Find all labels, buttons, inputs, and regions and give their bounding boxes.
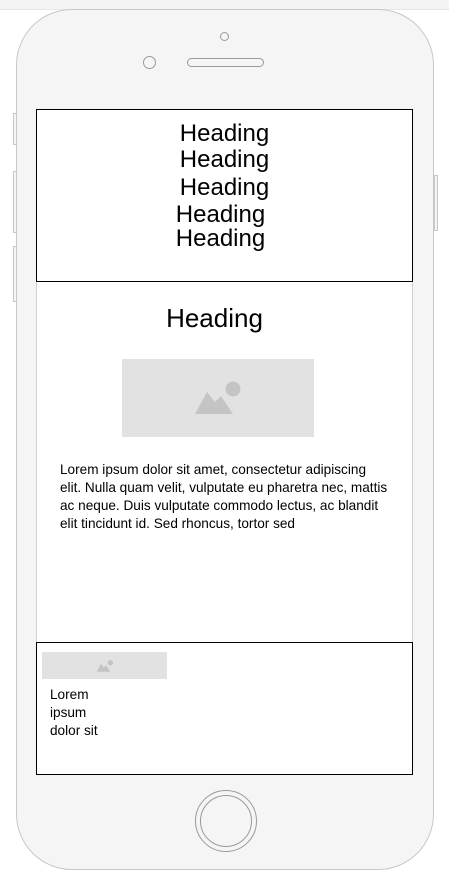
header-heading: Heading <box>179 120 270 147</box>
home-button-ring <box>200 795 252 847</box>
front-camera <box>220 32 229 41</box>
header-heading: Heading <box>179 146 270 173</box>
proximity-sensor <box>143 56 156 69</box>
content-paragraph: Lorem ipsum dolor sit amet, consectetur … <box>60 462 388 531</box>
footer-text: Lorem ipsum dolor sit <box>50 687 98 738</box>
header-heading: Heading <box>175 225 266 252</box>
content-heading: Heading <box>166 303 263 333</box>
earpiece-speaker <box>187 58 264 67</box>
header-section: Heading Heading Heading Heading Heading <box>36 109 413 282</box>
footer-section: Lorem ipsum dolor sit <box>36 642 413 775</box>
home-button[interactable] <box>195 790 257 852</box>
power-button <box>434 175 438 231</box>
image-placeholder-icon <box>195 381 241 414</box>
footer-image <box>42 652 167 679</box>
content-image <box>122 359 314 437</box>
image-placeholder-icon <box>96 659 113 672</box>
header-heading: Heading <box>179 174 270 201</box>
